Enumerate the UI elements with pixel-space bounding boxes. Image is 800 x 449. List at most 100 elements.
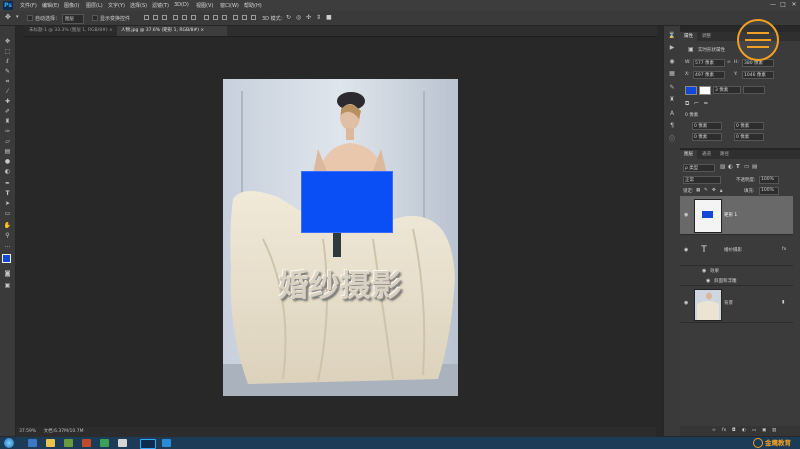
add-mask-icon[interactable]: ◘ [732,428,736,433]
paragraph-panel-icon[interactable]: ¶ [668,122,676,129]
roll-3d-icon[interactable]: ◎ [296,14,301,21]
layer-row-text[interactable]: ◉ T 婚纱摄影 fx [680,235,793,266]
cap-type-icon[interactable]: ═ [704,100,708,107]
fill-field[interactable]: 100% [759,187,779,195]
brush-tool-icon[interactable]: ✐ [3,108,12,116]
filter-pixel-icon[interactable]: ▨ [720,164,725,170]
filter-type-icon[interactable]: T [736,164,740,170]
menu-filter[interactable]: 滤镜(T) [152,2,169,9]
fx-icon[interactable]: fx [782,247,786,252]
filter-smart-icon[interactable]: ▤ [752,164,757,170]
lock-pixels-icon[interactable]: ▦ [696,188,700,193]
quick-select-tool-icon[interactable]: ✎ [3,68,12,76]
menu-layer[interactable]: 图层(L) [86,2,103,9]
x-field[interactable]: 497 像素 [693,71,725,79]
layer-row-background[interactable]: ◉ 背景 ▮ [680,286,793,323]
move-tool-icon[interactable]: ✥ [3,38,12,46]
explorer-icon[interactable] [46,439,55,447]
tool-preset-chevron-icon[interactable]: ▾ [16,14,19,20]
history-panel-icon[interactable]: ⌛ [668,32,676,39]
menu-file[interactable]: 文件(F) [20,2,37,9]
stroke-width-field[interactable]: 3 像素 [713,86,741,94]
align-vcenter-icon[interactable] [153,15,158,20]
move-tool-icon[interactable]: ✥ [5,13,11,21]
lock-position-icon[interactable]: ✥ [712,188,716,193]
distribute-vcenter-icon[interactable] [213,15,218,20]
y-field[interactable]: 1046 像素 [742,71,774,79]
width-field[interactable]: 577 像素 [693,59,725,67]
type-tool-icon[interactable]: T [3,190,12,198]
ie-icon[interactable] [28,439,37,447]
shape-rectangle-1[interactable] [301,171,393,233]
corner-br-field[interactable]: 0 像素 [734,133,764,141]
corner-tr-field[interactable]: 0 像素 [734,122,764,130]
overlay-title-text[interactable]: 婚纱摄影 [223,261,458,305]
media-player-icon[interactable] [64,439,73,447]
more-tools-icon[interactable]: … [3,242,12,250]
lock-paint-icon[interactable]: ✎ [704,188,708,193]
align-hcenter-icon[interactable] [182,15,187,20]
new-group-icon[interactable]: ▭ [752,428,756,433]
eyedropper-tool-icon[interactable]: ⁄ [3,88,12,96]
filter-shape-icon[interactable]: ▭ [744,164,749,170]
align-bottom-icon[interactable] [162,15,167,20]
scale-3d-icon[interactable]: ■ [326,14,332,21]
bevel-emboss-row[interactable]: ◉ 斜面和浮雕 [680,276,793,286]
layer-name-background[interactable]: 背景 [724,300,733,306]
menu-image[interactable]: 图像(I) [64,2,79,9]
slide-3d-icon[interactable]: ⇕ [316,14,321,21]
visibility-eye-icon[interactable]: ◉ [684,212,688,218]
path-select-tool-icon[interactable]: ➤ [3,200,12,208]
corner-bl-field[interactable]: 0 像素 [692,133,722,141]
layer-name-text[interactable]: 婚纱摄影 [724,247,742,253]
menu-type[interactable]: 文字(Y) [108,2,125,9]
character-panel-icon[interactable]: A [668,110,676,117]
drag-3d-icon[interactable]: ✣ [306,14,311,21]
minimize-icon[interactable]: — [768,1,778,9]
visibility-eye-icon[interactable]: ◉ [684,300,688,306]
tab-channels[interactable]: 通道 [698,150,715,159]
distribute-right-icon[interactable] [251,15,256,20]
link-icon[interactable]: ∞ [727,60,731,65]
distribute-left-icon[interactable] [233,15,238,20]
new-layer-icon[interactable]: ▣ [762,428,766,433]
blend-mode-dropdown[interactable]: 正常 [683,176,721,184]
effects-eye-icon[interactable]: ◉ [702,268,706,274]
menu-view[interactable]: 视图(V) [196,2,213,9]
add-style-icon[interactable]: fx [722,428,726,433]
app-icon-1[interactable] [82,439,91,447]
align-edge-icon[interactable]: ⧉ [685,100,689,108]
clone-source-icon[interactable]: ♜ [668,96,676,103]
foreground-color-swatch[interactable] [2,254,11,263]
join-type-icon[interactable]: ⌐ [694,100,699,107]
healing-tool-icon[interactable]: ✚ [3,98,12,106]
auto-select-dropdown[interactable]: 图层 [62,14,84,24]
effects-row[interactable]: ◉ 效果 [680,266,793,275]
swatches-panel-icon[interactable]: ▦ [668,70,676,77]
zoom-level[interactable]: 37.59% [19,429,36,434]
brush-panel-icon[interactable]: ✎ [668,84,676,91]
dodge-tool-icon[interactable]: ◐ [3,168,12,176]
quick-mask-icon[interactable]: ◙ [3,270,12,278]
layer-row-rectangle[interactable]: ◉ 矩形 1 [680,196,793,235]
start-button-icon[interactable] [4,438,14,448]
menu-select[interactable]: 选择(S) [130,2,147,9]
tab-adjustments[interactable]: 调整 [698,32,715,41]
app-icon-4[interactable] [162,439,171,447]
menu-3d[interactable]: 3D(D) [174,2,189,8]
history-brush-icon[interactable]: ✑ [3,128,12,136]
new-adjustment-icon[interactable]: ◐ [742,428,746,433]
opacity-field[interactable]: 100% [759,176,779,184]
lasso-tool-icon[interactable]: ℓ [3,58,12,66]
stamp-tool-icon[interactable]: ♜ [3,118,12,126]
app-icon-3[interactable] [118,439,127,447]
delete-layer-icon[interactable]: ▥ [772,428,776,433]
document-image[interactable]: 婚纱摄影 [223,79,458,396]
menu-help[interactable]: 帮助(H) [244,2,262,9]
fill-color-swatch[interactable] [685,86,697,95]
pen-tool-icon[interactable]: ✒ [3,180,12,188]
visibility-eye-icon[interactable]: ◉ [684,247,688,253]
tab-paths[interactable]: 路径 [716,150,733,159]
maximize-icon[interactable]: □ [778,1,788,9]
eraser-tool-icon[interactable]: ▱ [3,138,12,146]
